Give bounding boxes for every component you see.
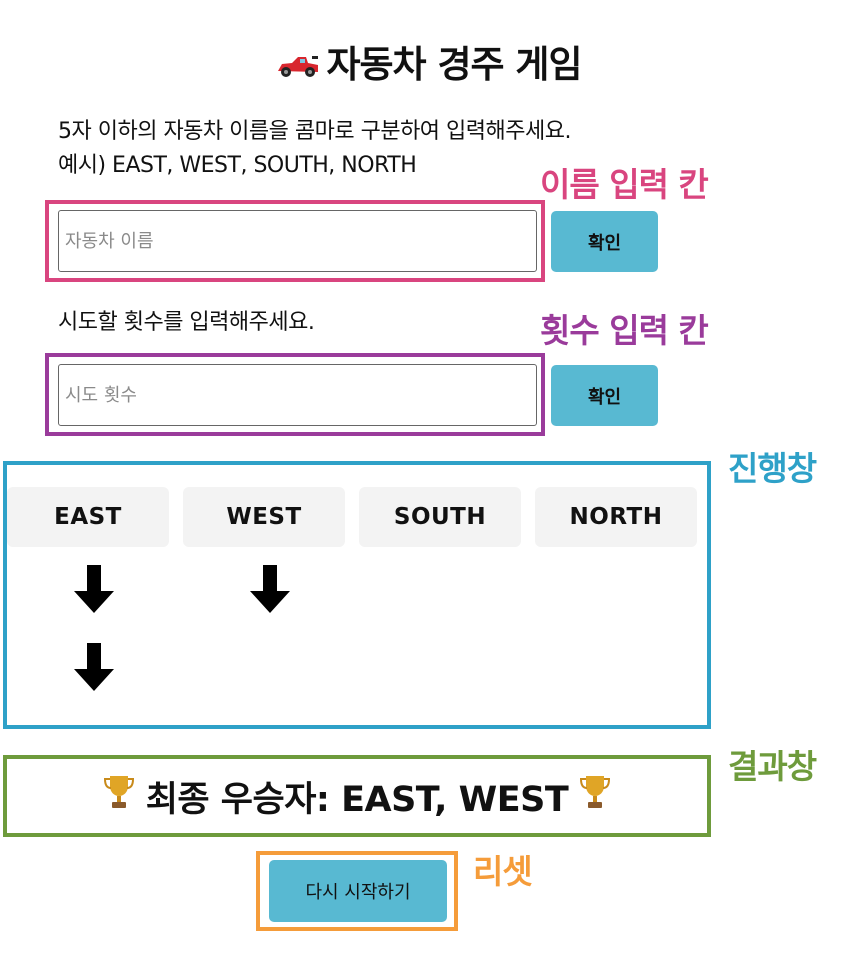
annotation-name-input: 이름 입력 칸 bbox=[540, 165, 709, 204]
name-instruction-line2: 예시) EAST, WEST, SOUTH, NORTH bbox=[58, 153, 417, 178]
trophy-icon bbox=[580, 774, 611, 819]
page-title: 자동차 경주 게임 bbox=[0, 34, 858, 88]
result-box: 최종 우승자: EAST, WEST bbox=[3, 755, 711, 837]
count-instruction: 시도할 횟수를 입력해주세요. bbox=[58, 310, 315, 335]
car-name: SOUTH bbox=[393, 504, 487, 530]
name-confirm-button[interactable]: 확인 bbox=[551, 211, 658, 272]
annotation-progress: 진행창 bbox=[728, 449, 817, 488]
car-name: EAST bbox=[54, 504, 122, 530]
title-text: 자동차 경주 게임 bbox=[326, 43, 582, 86]
car-card-west: WEST bbox=[183, 487, 345, 547]
annotation-reset: 리셋 bbox=[473, 852, 533, 891]
annotation-result: 결과창 bbox=[728, 747, 817, 786]
car-name-input[interactable] bbox=[58, 210, 537, 272]
annotation-count-input: 횟수 입력 칸 bbox=[540, 311, 709, 350]
car-card-east: EAST bbox=[7, 487, 169, 547]
result-text: 최종 우승자: EAST, WEST bbox=[145, 779, 569, 820]
restart-button[interactable]: 다시 시작하기 bbox=[269, 860, 447, 922]
try-count-input[interactable] bbox=[58, 364, 537, 426]
car-card-north: NORTH bbox=[535, 487, 697, 547]
count-confirm-button[interactable]: 확인 bbox=[551, 365, 658, 426]
name-instruction-line1: 5자 이하의 자동차 이름을 콤마로 구분하여 입력해주세요. bbox=[58, 119, 571, 144]
car-name: WEST bbox=[226, 504, 302, 530]
race-car-icon bbox=[276, 45, 320, 88]
car-card-south: SOUTH bbox=[359, 487, 521, 547]
name-instruction: 5자 이하의 자동차 이름을 콤마로 구분하여 입력해주세요. 예시) EAST… bbox=[58, 115, 571, 183]
car-name: NORTH bbox=[569, 504, 663, 530]
trophy-icon bbox=[103, 774, 134, 819]
